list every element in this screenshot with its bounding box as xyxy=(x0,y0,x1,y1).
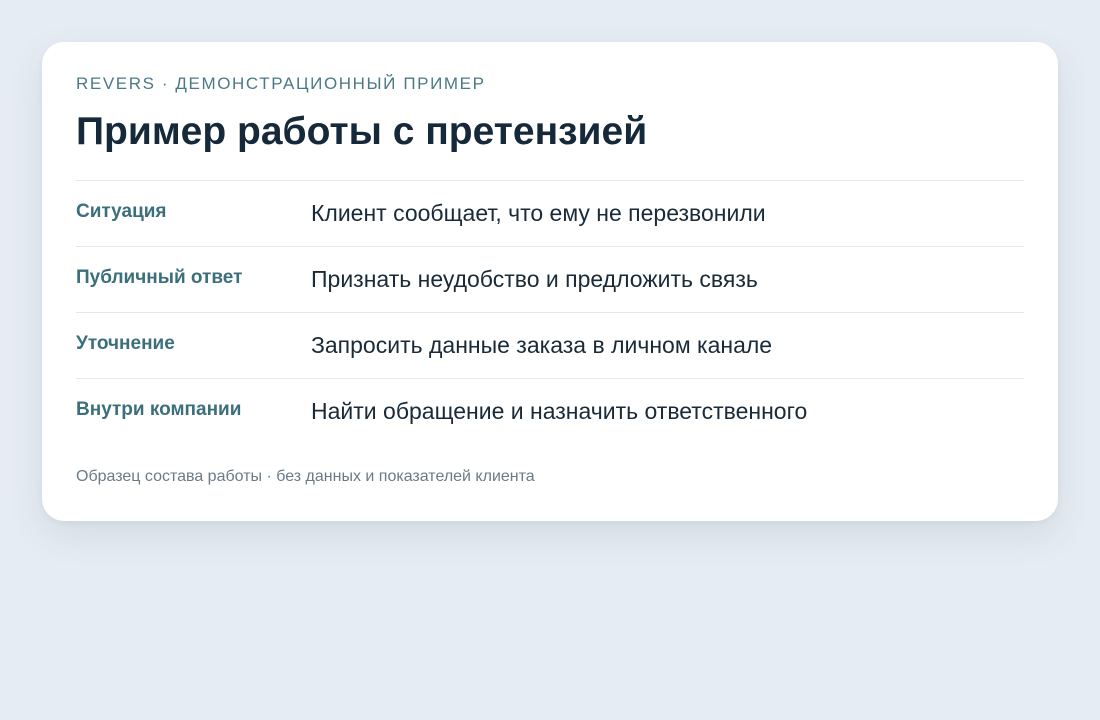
list-item: Внутри компании Найти обращение и назнач… xyxy=(76,379,1024,445)
page-title: Пример работы с претензией xyxy=(76,110,648,153)
example-card: REVERS · ДЕМОНСТРАЦИОННЫЙ ПРИМЕР Пример … xyxy=(42,42,1058,521)
step-description: Найти обращение и назначить ответственно… xyxy=(311,398,808,424)
eyebrow-label: REVERS · ДЕМОНСТРАЦИОННЫЙ ПРИМЕР xyxy=(76,74,486,93)
step-description: Клиент сообщает, что ему не перезвонили xyxy=(311,200,766,226)
step-description: Признать неудобство и предложить связь xyxy=(311,266,758,292)
step-label: Внутри компании xyxy=(76,399,242,420)
steps-list: Ситуация Клиент сообщает, что ему не пер… xyxy=(76,180,1024,445)
list-item: Уточнение Запросить данные заказа в личн… xyxy=(76,313,1024,379)
step-label: Публичный ответ xyxy=(76,267,243,288)
footnote: Образец состава работы · без данных и по… xyxy=(76,468,535,485)
list-item: Публичный ответ Признать неудобство и пр… xyxy=(76,247,1024,313)
step-label: Ситуация xyxy=(76,201,167,222)
step-description: Запросить данные заказа в личном канале xyxy=(311,332,773,358)
step-label: Уточнение xyxy=(76,333,175,354)
list-item: Ситуация Клиент сообщает, что ему не пер… xyxy=(76,181,1024,247)
